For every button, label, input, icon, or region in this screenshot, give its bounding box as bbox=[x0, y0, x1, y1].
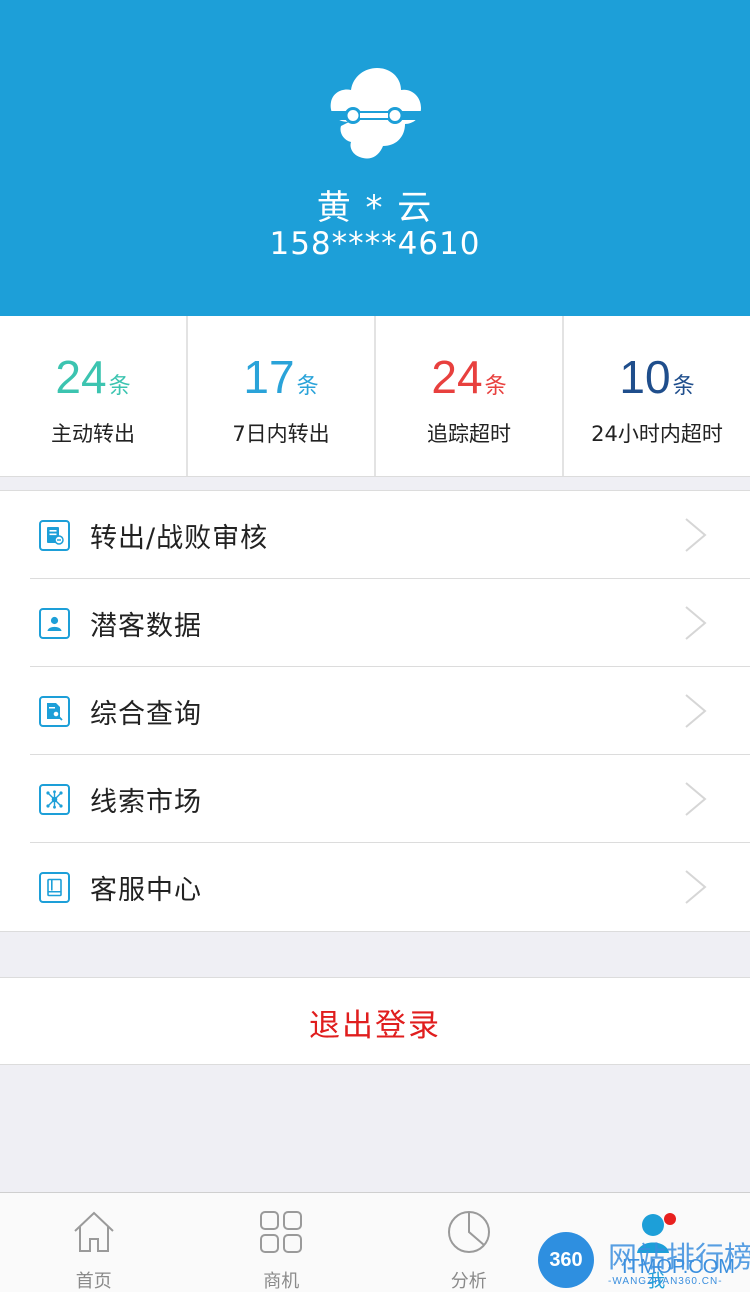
tab-opportunities[interactable]: 商机 bbox=[188, 1193, 376, 1292]
tab-analysis[interactable]: 分析 bbox=[375, 1193, 563, 1292]
watermark-badge: 360 bbox=[538, 1232, 594, 1288]
stat-label: 追踪超时 bbox=[427, 422, 511, 446]
stat-unit: 条 bbox=[108, 374, 131, 399]
logout-button[interactable]: 退出登录 bbox=[0, 977, 750, 1065]
chevron-right-icon bbox=[685, 606, 707, 640]
watermark: 360 网站排行榜 ITMOP.COM -WANGZHAN360.CN- bbox=[536, 1228, 750, 1292]
network-icon bbox=[39, 784, 70, 815]
person-card-icon bbox=[39, 608, 70, 639]
watermark-subtitle: -WANGZHAN360.CN- bbox=[608, 1276, 723, 1287]
menu-item-transfer-review[interactable]: 转出/战败审核 bbox=[0, 491, 750, 579]
menu-item-query[interactable]: 综合查询 bbox=[0, 667, 750, 755]
pie-chart-icon bbox=[447, 1211, 490, 1253]
menu-item-label: 客服中心 bbox=[90, 875, 202, 906]
tab-label: 首页 bbox=[75, 1271, 112, 1292]
stat-active-transfer[interactable]: 24条 主动转出 bbox=[0, 316, 188, 476]
chevron-right-icon bbox=[685, 518, 707, 552]
tab-label: 分析 bbox=[450, 1271, 487, 1292]
menu-item-label: 线索市场 bbox=[90, 787, 202, 818]
stat-value: 10 bbox=[619, 351, 671, 403]
document-check-icon bbox=[39, 520, 70, 551]
profile-header: 黄 * 云 158****4610 bbox=[0, 0, 750, 316]
menu-item-label: 潜客数据 bbox=[90, 611, 202, 642]
stat-tracking-timeout[interactable]: 24条 追踪超时 bbox=[376, 316, 564, 476]
stat-value: 24 bbox=[55, 351, 107, 403]
stat-label: 主动转出 bbox=[51, 422, 135, 446]
logout-label: 退出登录 bbox=[309, 1008, 441, 1044]
book-icon bbox=[39, 872, 70, 903]
menu-item-label: 转出/战败审核 bbox=[90, 523, 269, 554]
stat-value: 24 bbox=[431, 351, 483, 403]
stat-value: 17 bbox=[243, 351, 295, 403]
chevron-right-icon bbox=[685, 782, 707, 816]
stat-24h-timeout[interactable]: 10条 24小时内超时 bbox=[564, 316, 750, 476]
menu-item-prospect-data[interactable]: 潜客数据 bbox=[0, 579, 750, 667]
settings-menu: 转出/战败审核 潜客数据 综合查询 线索市场 客服中心 bbox=[0, 490, 750, 932]
stat-unit: 条 bbox=[296, 374, 319, 399]
user-name: 黄 * 云 bbox=[316, 188, 434, 228]
stat-label: 7日内转出 bbox=[232, 422, 330, 446]
chevron-right-icon bbox=[685, 870, 707, 904]
chevron-right-icon bbox=[685, 694, 707, 728]
menu-item-lead-market[interactable]: 线索市场 bbox=[0, 755, 750, 843]
menu-item-label: 综合查询 bbox=[90, 699, 202, 730]
stat-unit: 条 bbox=[672, 374, 695, 399]
menu-item-customer-service[interactable]: 客服中心 bbox=[0, 843, 750, 931]
grid-icon bbox=[260, 1211, 303, 1253]
tab-label: 商机 bbox=[263, 1271, 300, 1292]
stat-unit: 条 bbox=[484, 374, 507, 399]
stat-label: 24小时内超时 bbox=[591, 422, 723, 446]
user-phone: 158****4610 bbox=[269, 226, 481, 262]
tab-home[interactable]: 首页 bbox=[0, 1193, 188, 1292]
cloud-avatar-icon[interactable] bbox=[325, 66, 425, 162]
home-icon bbox=[74, 1211, 114, 1252]
stats-panel: 24条 主动转出 17条 7日内转出 24条 追踪超时 10条 24小时内超时 bbox=[0, 316, 750, 477]
stat-7day-transfer[interactable]: 17条 7日内转出 bbox=[188, 316, 376, 476]
document-search-icon bbox=[39, 696, 70, 727]
